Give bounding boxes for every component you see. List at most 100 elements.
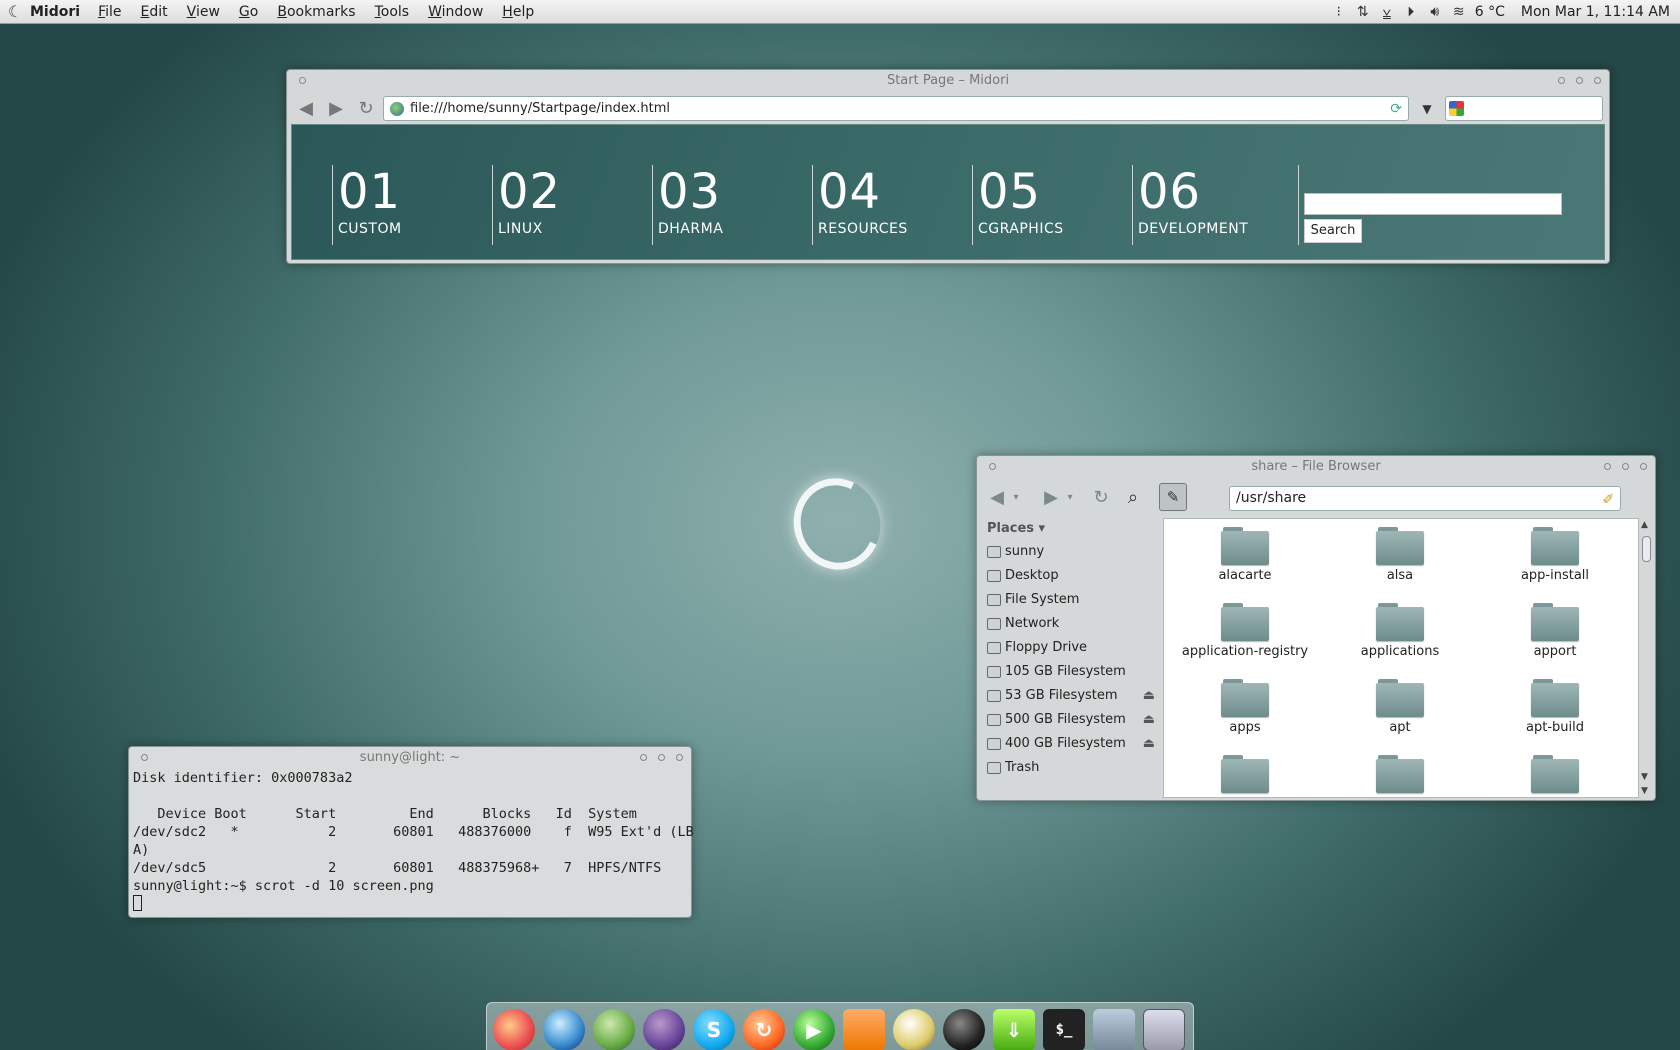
window-menu-button[interactable]: [299, 77, 306, 84]
download-tray-icon[interactable]: ⩣: [1379, 4, 1395, 20]
menu-file[interactable]: File: [98, 4, 121, 20]
minimize-button[interactable]: [1604, 463, 1611, 470]
back-arrow-icon[interactable]: ◀: [295, 97, 317, 119]
folder-item[interactable]: alsa: [1325, 521, 1475, 593]
pidgin-icon[interactable]: [643, 1009, 685, 1050]
terminal-titlebar[interactable]: sunny@light: ~: [129, 747, 691, 769]
folder-item[interactable]: [1325, 749, 1475, 797]
forward-arrow-icon[interactable]: ▶: [325, 97, 347, 119]
menu-tools[interactable]: Tools: [375, 4, 410, 20]
scroll-up-icon[interactable]: ▲: [1641, 520, 1648, 530]
panda-icon[interactable]: [893, 1009, 935, 1050]
web-search-field[interactable]: [1445, 96, 1603, 121]
tile-linux[interactable]: 02 LINUX: [492, 165, 642, 245]
menu-window[interactable]: Window: [428, 4, 483, 20]
reload-icon[interactable]: ↻: [355, 97, 377, 119]
workspace-switcher-icon[interactable]: [1143, 1009, 1185, 1050]
tile-development[interactable]: 06 DEVELOPMENT: [1132, 165, 1282, 245]
inkscape-icon[interactable]: [943, 1009, 985, 1050]
search-icon[interactable]: ⌕: [1121, 486, 1145, 508]
file-manager-icon[interactable]: [1093, 1009, 1135, 1050]
scroll-down-icon[interactable]: ▼: [1641, 772, 1648, 782]
menu-bookmarks[interactable]: Bookmarks: [277, 4, 355, 20]
menu-edit[interactable]: Edit: [141, 4, 168, 20]
weather-icon[interactable]: ≋: [1451, 4, 1467, 20]
folder-item[interactable]: [1170, 749, 1320, 797]
place-desktop[interactable]: Desktop: [981, 564, 1161, 588]
place-500gb[interactable]: 500 GB Filesystem ⏏: [981, 708, 1161, 732]
reload-icon[interactable]: ↻: [1089, 486, 1113, 508]
tile-resources[interactable]: 04 RESOURCES: [812, 165, 962, 245]
edit-location-icon[interactable]: ✎: [1159, 483, 1187, 511]
place-floppy[interactable]: Floppy Drive: [981, 636, 1161, 660]
firefox-icon[interactable]: [493, 1009, 535, 1050]
back-history-icon[interactable]: ▾: [1009, 486, 1023, 508]
tile-custom[interactable]: 01 CUSTOM: [332, 165, 482, 245]
menu-view[interactable]: View: [187, 4, 220, 20]
download-icon[interactable]: ⇓: [993, 1009, 1035, 1050]
minimize-button[interactable]: [1558, 77, 1565, 84]
minimize-button[interactable]: [640, 754, 647, 761]
folder-item[interactable]: application-registry: [1170, 597, 1320, 669]
startpage-search-button[interactable]: Search: [1304, 219, 1362, 243]
skype-icon[interactable]: S: [693, 1009, 735, 1050]
window-menu-button[interactable]: [141, 754, 148, 761]
back-arrow-icon[interactable]: ◀: [985, 486, 1009, 508]
startpage-search-input[interactable]: [1304, 193, 1562, 215]
media-player-icon[interactable]: ▶: [793, 1009, 835, 1050]
folder-item[interactable]: [1480, 749, 1630, 797]
location-field[interactable]: /usr/share ✐: [1229, 486, 1621, 511]
scroll-down-icon[interactable]: ▼: [1641, 786, 1648, 796]
folder-item[interactable]: applications: [1325, 597, 1475, 669]
vlc-icon[interactable]: [843, 1009, 885, 1050]
weather-temperature[interactable]: 6 °C: [1475, 4, 1505, 20]
folder-item[interactable]: alacarte: [1170, 521, 1320, 593]
place-53gb[interactable]: 53 GB Filesystem ⏏: [981, 684, 1161, 708]
tile-dharma[interactable]: 03 DHARMA: [652, 165, 802, 245]
forward-arrow-icon[interactable]: ▶: [1039, 486, 1063, 508]
volume-icon[interactable]: 🔊︎: [1427, 4, 1443, 20]
close-button[interactable]: [1640, 463, 1647, 470]
folder-item[interactable]: apps: [1170, 673, 1320, 745]
maximize-button[interactable]: [1622, 463, 1629, 470]
close-button[interactable]: [676, 754, 683, 761]
update-icon[interactable]: ↻: [743, 1009, 785, 1050]
place-105gb[interactable]: 105 GB Filesystem: [981, 660, 1161, 684]
menu-go[interactable]: Go: [239, 4, 258, 20]
tile-cgraphics[interactable]: 05 CGRAPHICS: [972, 165, 1122, 245]
midori-icon[interactable]: [593, 1009, 635, 1050]
folder-item[interactable]: apt-build: [1480, 673, 1630, 745]
terminal-output[interactable]: Disk identifier: 0x000783a2 Device Boot …: [133, 769, 694, 915]
place-sunny[interactable]: sunny: [981, 540, 1161, 564]
browser-titlebar[interactable]: Start Page – Midori: [287, 70, 1609, 92]
scroll-thumb[interactable]: [1642, 536, 1651, 562]
place-trash[interactable]: Trash: [981, 756, 1161, 780]
file-browser-titlebar[interactable]: share – File Browser: [977, 456, 1655, 478]
clock[interactable]: Mon Mar 1, 11:14 AM: [1521, 4, 1670, 20]
forward-history-icon[interactable]: ▾: [1063, 486, 1077, 508]
maximize-button[interactable]: [1576, 77, 1583, 84]
web-browser-icon[interactable]: [543, 1009, 585, 1050]
folder-item[interactable]: app-install: [1480, 521, 1630, 593]
feed-icon[interactable]: ⟳: [1390, 101, 1402, 117]
address-bar[interactable]: file:///home/sunny/Startpage/index.html …: [383, 96, 1409, 121]
app-name[interactable]: Midori: [30, 4, 80, 20]
folder-item[interactable]: apport: [1480, 597, 1630, 669]
midori-menu-icon[interactable]: ☾: [0, 2, 30, 21]
close-button[interactable]: [1594, 77, 1601, 84]
window-menu-button[interactable]: [989, 463, 996, 470]
maximize-button[interactable]: [658, 754, 665, 761]
place-file-system[interactable]: File System: [981, 588, 1161, 612]
clear-location-icon[interactable]: ✐: [1602, 489, 1614, 512]
network-transfer-icon[interactable]: ⇅: [1355, 4, 1371, 20]
terminal-icon[interactable]: $_: [1043, 1009, 1085, 1050]
place-400gb[interactable]: 400 GB Filesystem ⏏: [981, 732, 1161, 756]
menu-help[interactable]: Help: [502, 4, 534, 20]
eject-icon[interactable]: ⏏: [1143, 684, 1155, 708]
eject-icon[interactable]: ⏏: [1143, 708, 1155, 732]
vertical-scrollbar[interactable]: ▲ ▼ ▼: [1639, 518, 1653, 798]
places-header[interactable]: Places ▾: [981, 518, 1161, 540]
eject-icon[interactable]: ⏏: [1143, 732, 1155, 756]
folder-view[interactable]: alacarte alsa app-install application-re…: [1163, 518, 1639, 798]
google-icon[interactable]: [1449, 101, 1464, 116]
